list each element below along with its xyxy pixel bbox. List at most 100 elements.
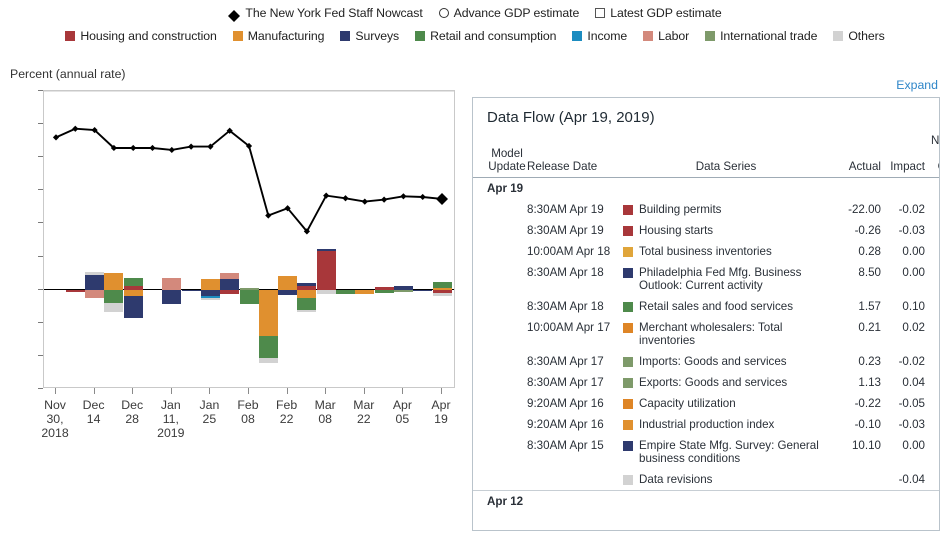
row-actual: 0.28: [858, 245, 881, 258]
row-series-label: Industrial production index: [639, 418, 775, 431]
category-legend-label: Labor: [658, 29, 690, 43]
row-series-label: Building permits: [639, 203, 722, 216]
row-release-date: 8:30AM Apr 18: [527, 266, 604, 279]
nowcast-chart: Percent (annual rate) 3.02.52.01.51.00.5…: [0, 60, 470, 538]
row-release-date: 8:30AM Apr 17: [527, 355, 604, 368]
x-tick-mark: [209, 388, 211, 394]
row-impact: 0.10: [902, 300, 925, 313]
table-row[interactable]: 8:30AM Apr 19 Housing starts -0.26 -0.03: [473, 220, 939, 241]
category-legend-label: Surveys: [355, 29, 400, 43]
nowcast-point-marker: [188, 143, 195, 150]
category-legend-item: Surveys: [340, 29, 399, 43]
nowcast-point-marker: [400, 193, 407, 200]
row-actual: [829, 469, 881, 491]
col-nowcast-gdp-growth: NowcastGDPGrowth: [931, 134, 940, 173]
expand-link[interactable]: Expand: [896, 78, 938, 92]
square-marker-icon: [595, 7, 606, 18]
row-impact: -0.03: [898, 418, 925, 431]
table-row[interactable]: 9:20AM Apr 16 Industrial production index…: [473, 414, 939, 435]
category-legend-label: Manufacturing: [247, 29, 325, 43]
table-row[interactable]: 8:30AM Apr 18 Philadelphia Fed Mfg. Busin…: [473, 262, 939, 296]
table-group-row[interactable]: Apr 19 1.37: [473, 178, 939, 200]
row-data-series: Imports: Goods and services: [623, 351, 829, 372]
series-color-icon: [623, 302, 633, 312]
row-data-series: Building permits: [623, 199, 829, 220]
group-model-update: Apr 19: [487, 182, 524, 195]
nowcast-point-marker: [149, 144, 156, 152]
table-row[interactable]: 9:20AM Apr 16 Capacity utilization -0.22 -0…: [473, 393, 939, 414]
row-series-label: Total business inventories: [639, 245, 772, 258]
table-row[interactable]: Data revisions -0.04: [473, 469, 939, 491]
row-release-date: 10:00AM Apr 18: [527, 245, 611, 258]
x-tick-mark: [248, 388, 249, 394]
row-actual: 8.50: [858, 266, 881, 279]
category-legend-label: Income: [587, 29, 628, 43]
category-legend-item: International trade: [705, 29, 817, 43]
x-tick-mark: [402, 388, 404, 394]
row-impact: 0.00: [902, 439, 925, 452]
row-actual: 0.23: [858, 355, 881, 368]
table-row[interactable]: 8:30AM Apr 19 Building permits -22.00 -0.02: [473, 199, 939, 220]
legend-swatch-icon: [572, 31, 583, 41]
table-row[interactable]: 8:30AM Apr 15 Empire State Mfg. Survey: G…: [473, 435, 939, 469]
category-legend-item: Income: [572, 29, 627, 43]
nowcast-line: [52, 125, 448, 235]
x-tick-mark: [441, 388, 442, 394]
x-tick-label: Apr 19: [431, 398, 451, 426]
series-color-icon: [623, 475, 633, 485]
table-row[interactable]: 8:30AM Apr 17 Exports: Goods and services…: [473, 372, 939, 393]
x-tick-mark: [170, 388, 172, 394]
series-legend: The New York Fed Staff Nowcast Advance GD…: [0, 4, 950, 22]
row-data-series: Empire State Mfg. Survey: General busine…: [623, 435, 829, 469]
group-nowcast-value: 1.37: [931, 178, 939, 200]
category-legend: Housing and construction Manufacturing Sur…: [0, 28, 950, 44]
table-row[interactable]: 10:00AM Apr 17 Merchant wholesalers: Tota…: [473, 317, 939, 351]
row-series-label: Merchant wholesalers: Total inventories: [639, 321, 783, 347]
row-impact: -0.03: [898, 224, 925, 237]
row-series-label: Empire State Mfg. Survey: General busine…: [639, 439, 819, 465]
series-legend-item: Advance GDP estimate: [438, 6, 579, 20]
row-impact: 0.00: [902, 266, 925, 279]
row-series-label: Imports: Goods and services: [639, 355, 787, 368]
row-impact: -0.02: [898, 203, 925, 216]
series-legend-label: Latest GDP estimate: [610, 5, 722, 20]
series-legend-item: Latest GDP estimate: [595, 5, 722, 20]
series-color-icon: [623, 399, 633, 409]
nowcast-point-marker: [130, 144, 137, 152]
data-flow-panel: Data Flow (Apr 19, 2019) Model Update Rel…: [472, 97, 940, 531]
col-impact: Impact: [890, 160, 925, 173]
row-data-series: Exports: Goods and services: [623, 372, 829, 393]
plot-area: [43, 90, 455, 388]
x-tick-mark: [132, 388, 134, 394]
col-model-update: Model Update: [488, 147, 526, 173]
series-color-icon: [623, 441, 633, 451]
row-data-series: Merchant wholesalers: Total inventories: [623, 317, 829, 351]
row-release-date: 8:30AM Apr 19: [527, 203, 604, 216]
nowcast-point-marker: [72, 125, 79, 132]
row-data-series: Retail sales and food services: [623, 296, 829, 317]
category-legend-item: Manufacturing: [232, 29, 325, 43]
category-legend-item: Retail and consumption: [415, 29, 557, 43]
category-legend-item: Others: [833, 29, 885, 43]
row-data-series: Housing starts: [623, 220, 829, 241]
series-color-icon: [623, 420, 633, 430]
x-tick-mark: [325, 388, 327, 394]
y-tick-mark: [38, 388, 43, 389]
row-release-date: [527, 469, 623, 491]
category-legend-label: International trade: [720, 29, 818, 43]
series-color-icon: [623, 378, 633, 388]
row-impact: 0.02: [902, 321, 925, 334]
legend-swatch-icon: [232, 31, 243, 41]
series-color-icon: [623, 247, 633, 257]
category-legend-label: Housing and construction: [80, 29, 217, 43]
table-row[interactable]: 10:00AM Apr 18 Total business inventories…: [473, 241, 939, 262]
row-impact: 0.00: [902, 245, 925, 258]
table-group-row[interactable]: Apr 12 1.40: [473, 490, 939, 512]
group-nowcast-value: 1.40: [931, 490, 939, 512]
nowcast-page: The New York Fed Staff Nowcast Advance GD…: [0, 0, 950, 538]
table-row[interactable]: 8:30AM Apr 18 Retail sales and food servi…: [473, 296, 939, 317]
diamond-marker-icon: [228, 4, 241, 22]
nowcast-point-marker: [419, 193, 426, 201]
nowcast-point-marker: [52, 134, 60, 141]
table-row[interactable]: 8:30AM Apr 17 Imports: Goods and services…: [473, 351, 939, 372]
